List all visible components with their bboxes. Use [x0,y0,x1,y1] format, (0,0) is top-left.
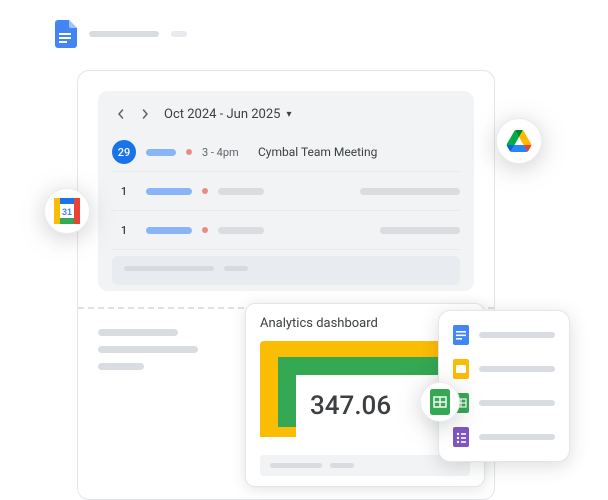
file-row-docs[interactable] [453,325,555,345]
placeholder-bar [270,463,322,468]
prev-button[interactable] [112,105,130,123]
slides-icon [453,359,469,379]
doc-text-placeholders [98,329,198,380]
docs-icon [453,325,469,345]
placeholder-bar [479,400,555,406]
placeholder-bar [224,266,248,271]
placeholder-bar [218,188,264,195]
date-badge: 1 [112,218,136,242]
calendar-footer [112,256,460,285]
placeholder-bar [330,463,354,468]
drive-badge[interactable] [496,118,542,164]
event-time: 3 - 4pm [202,146,248,159]
event-dot-icon [202,227,208,233]
calendar-row[interactable]: 1 [112,172,460,211]
metric-value: 347.06 [310,391,391,421]
calendar-smartchip: Oct 2024 - Jun 2025 ▾ 29 3 - 4pm Cymbal … [98,91,474,291]
placeholder-bar [98,363,144,370]
event-bar [146,188,192,195]
event-bar [146,149,176,156]
file-row-slides[interactable] [453,359,555,379]
next-button[interactable] [136,105,154,123]
placeholder-bar [380,227,460,234]
placeholder-bar [98,329,178,336]
chevron-down-icon: ▾ [286,109,291,120]
placeholder-bar [360,188,460,195]
placeholder-bar [98,346,198,353]
date-range-picker[interactable]: Oct 2024 - Jun 2025 ▾ [160,107,296,122]
subtitle-placeholder [171,31,187,37]
sheets-badge[interactable] [420,382,460,422]
date-range-label: Oct 2024 - Jun 2025 [164,107,280,122]
date-badge: 1 [112,179,136,203]
title-placeholder [89,31,159,37]
placeholder-bar [479,434,555,440]
placeholder-bar [479,366,555,372]
file-row-sheets[interactable] [453,393,555,413]
calendar-icon: 31 [54,198,80,224]
date-badge: 29 [112,140,136,164]
analytics-footer [260,455,470,476]
svg-text:31: 31 [62,207,72,217]
forms-icon [453,427,469,447]
calendar-badge[interactable]: 31 [44,188,90,234]
docs-icon [55,20,77,48]
event-bar [146,227,192,234]
sheets-icon [430,389,450,415]
calendar-row[interactable]: 29 3 - 4pm Cymbal Team Meeting [112,133,460,172]
placeholder-bar [218,227,264,234]
placeholder-bar [124,266,214,271]
placeholder-bar [479,332,555,338]
drive-icon [506,130,532,152]
event-dot-icon [186,149,192,155]
event-title: Cymbal Team Meeting [258,145,460,159]
event-dot-icon [202,188,208,194]
calendar-row[interactable]: 1 [112,211,460,250]
file-row-forms[interactable] [453,427,555,447]
doc-header [55,20,187,48]
calendar-toolbar: Oct 2024 - Jun 2025 ▾ [112,105,460,123]
